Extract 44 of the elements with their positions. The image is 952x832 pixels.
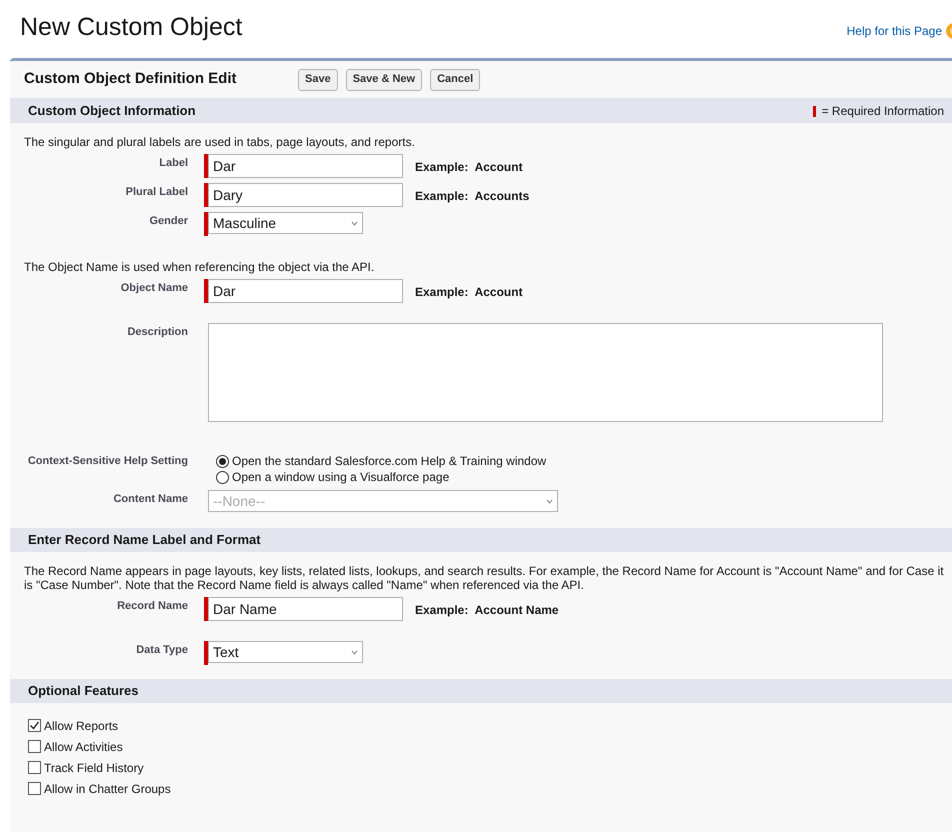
text-input[interactable]: Dar (208, 279, 403, 303)
radio-option[interactable]: Open the standard Salesforce.com Help & Training window (216, 453, 546, 469)
form-button[interactable]: Save & New (346, 68, 422, 90)
checkbox-option[interactable]: Allow Reports (28, 715, 952, 736)
field-label: Description (127, 326, 188, 338)
help-text: The Object Name is used when referencing the object via the API. (24, 260, 376, 274)
text-input[interactable]: Dar (208, 154, 403, 178)
select-field[interactable]: Masculine (208, 212, 363, 234)
page-title: New Custom Object (20, 12, 242, 42)
help-text: The Record Name appears in page layouts, key lists, related lists, lookups, and search results. For example, the Record Name for Account is "Account Name" and for Case it is "Case Number". Note that the Record Name field is always called "Name" when referenced via the API. (24, 564, 945, 592)
section-title: Enter Record Name Label and Format (28, 531, 261, 550)
example-text: Example: Account Name (415, 602, 559, 619)
field-label: Label (159, 157, 188, 169)
checkmark-icon (29, 720, 40, 731)
panel-title: Custom Object Definition Edit (24, 69, 238, 90)
field-label: Plural Label (126, 186, 188, 198)
help-link[interactable]: Help for this Page (846, 22, 942, 40)
required-marker (812, 106, 816, 116)
caret-icon (351, 220, 358, 226)
help-text: The singular and plural labels are used in tabs, page layouts, and reports. (24, 135, 416, 149)
checkbox-option[interactable]: Allow in Chatter Groups (28, 778, 952, 799)
required-legend: = Required Information (822, 102, 944, 120)
field-label: Gender (149, 215, 188, 227)
field-label: Data Type (136, 644, 188, 656)
form-button[interactable]: Save (298, 68, 338, 90)
field-label: Record Name (117, 600, 188, 612)
field-label: Object Name (120, 282, 188, 294)
form-button[interactable]: Cancel (430, 68, 480, 90)
caret-icon (351, 650, 358, 654)
example-text: Example: Accounts (415, 188, 530, 205)
description-textarea[interactable] (208, 323, 883, 422)
section-title: Optional Features (28, 682, 139, 700)
checkbox-option[interactable]: Allow Activities (28, 736, 952, 757)
caret-icon (546, 498, 553, 504)
checkbox-option[interactable]: Track Field History (28, 757, 952, 778)
text-input[interactable]: Dar Name (208, 597, 403, 621)
text-input[interactable]: Dary (208, 183, 403, 207)
field-label: Content Name (113, 493, 188, 505)
section-title: Custom Object Information (28, 102, 196, 120)
field-label: Context-Sensitive Help Setting (28, 455, 188, 467)
radio-option[interactable]: Open a window using a Visualforce page (216, 469, 546, 485)
example-text: Example: Account (415, 284, 523, 301)
example-text: Example: Account (415, 159, 523, 176)
select-field[interactable]: Text (208, 641, 363, 663)
